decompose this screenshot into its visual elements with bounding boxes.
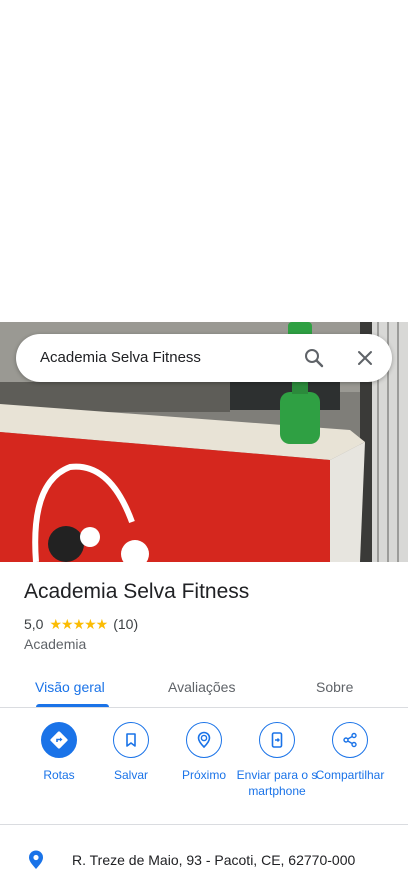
share-icon: [332, 722, 368, 758]
address-row[interactable]: R. Treze de Maio, 93 - Pacoti, CE, 62770…: [0, 826, 408, 884]
directions-icon: [41, 722, 77, 758]
search-query[interactable]: Academia Selva Fitness: [40, 349, 201, 366]
share-label: Compartilhar: [315, 768, 385, 782]
tab-about[interactable]: Sobre: [316, 679, 353, 695]
rating-row[interactable]: 5,0 ★★★★★ (10): [24, 615, 138, 633]
send-to-phone-icon: [259, 722, 295, 758]
tab-reviews[interactable]: Avaliações: [168, 679, 235, 695]
tab-active-indicator: [36, 704, 109, 707]
send-to-phone-label: Enviar para o smartphone: [236, 768, 318, 798]
place-title: Academia Selva Fitness: [24, 580, 250, 603]
star-rating-icon: ★★★★★: [49, 615, 108, 632]
location-pin-icon: [24, 848, 48, 872]
tab-overview[interactable]: Visão geral: [35, 679, 105, 695]
rating-value: 5,0: [24, 616, 44, 632]
place-details-panel: Academia Selva Fitness 5,0 ★★★★★ (10) Ac…: [0, 562, 408, 884]
search-icon[interactable]: [302, 346, 326, 370]
send-to-phone-button[interactable]: Enviar para o smartphone: [235, 722, 319, 799]
save-label: Salvar: [113, 768, 148, 782]
review-count: (10): [113, 616, 139, 632]
address-text: R. Treze de Maio, 93 - Pacoti, CE, 62770…: [72, 852, 356, 868]
search-bar[interactable]: Academia Selva Fitness: [16, 334, 392, 382]
nearby-icon: [186, 722, 222, 758]
action-buttons: Rotas Salvar Próximo Enviar para o smart…: [0, 722, 408, 822]
section-divider: [0, 824, 408, 825]
map-area[interactable]: [0, 0, 408, 322]
close-icon[interactable]: [353, 346, 377, 370]
place-category: Academia: [24, 636, 87, 652]
bookmark-icon: [113, 722, 149, 758]
nearby-button[interactable]: Próximo: [162, 722, 246, 783]
share-button[interactable]: Compartilhar: [308, 722, 392, 783]
save-button[interactable]: Salvar: [89, 722, 173, 783]
nearby-label: Próximo: [181, 768, 226, 782]
tab-bar: Visão geral Avaliações Sobre: [0, 666, 408, 708]
